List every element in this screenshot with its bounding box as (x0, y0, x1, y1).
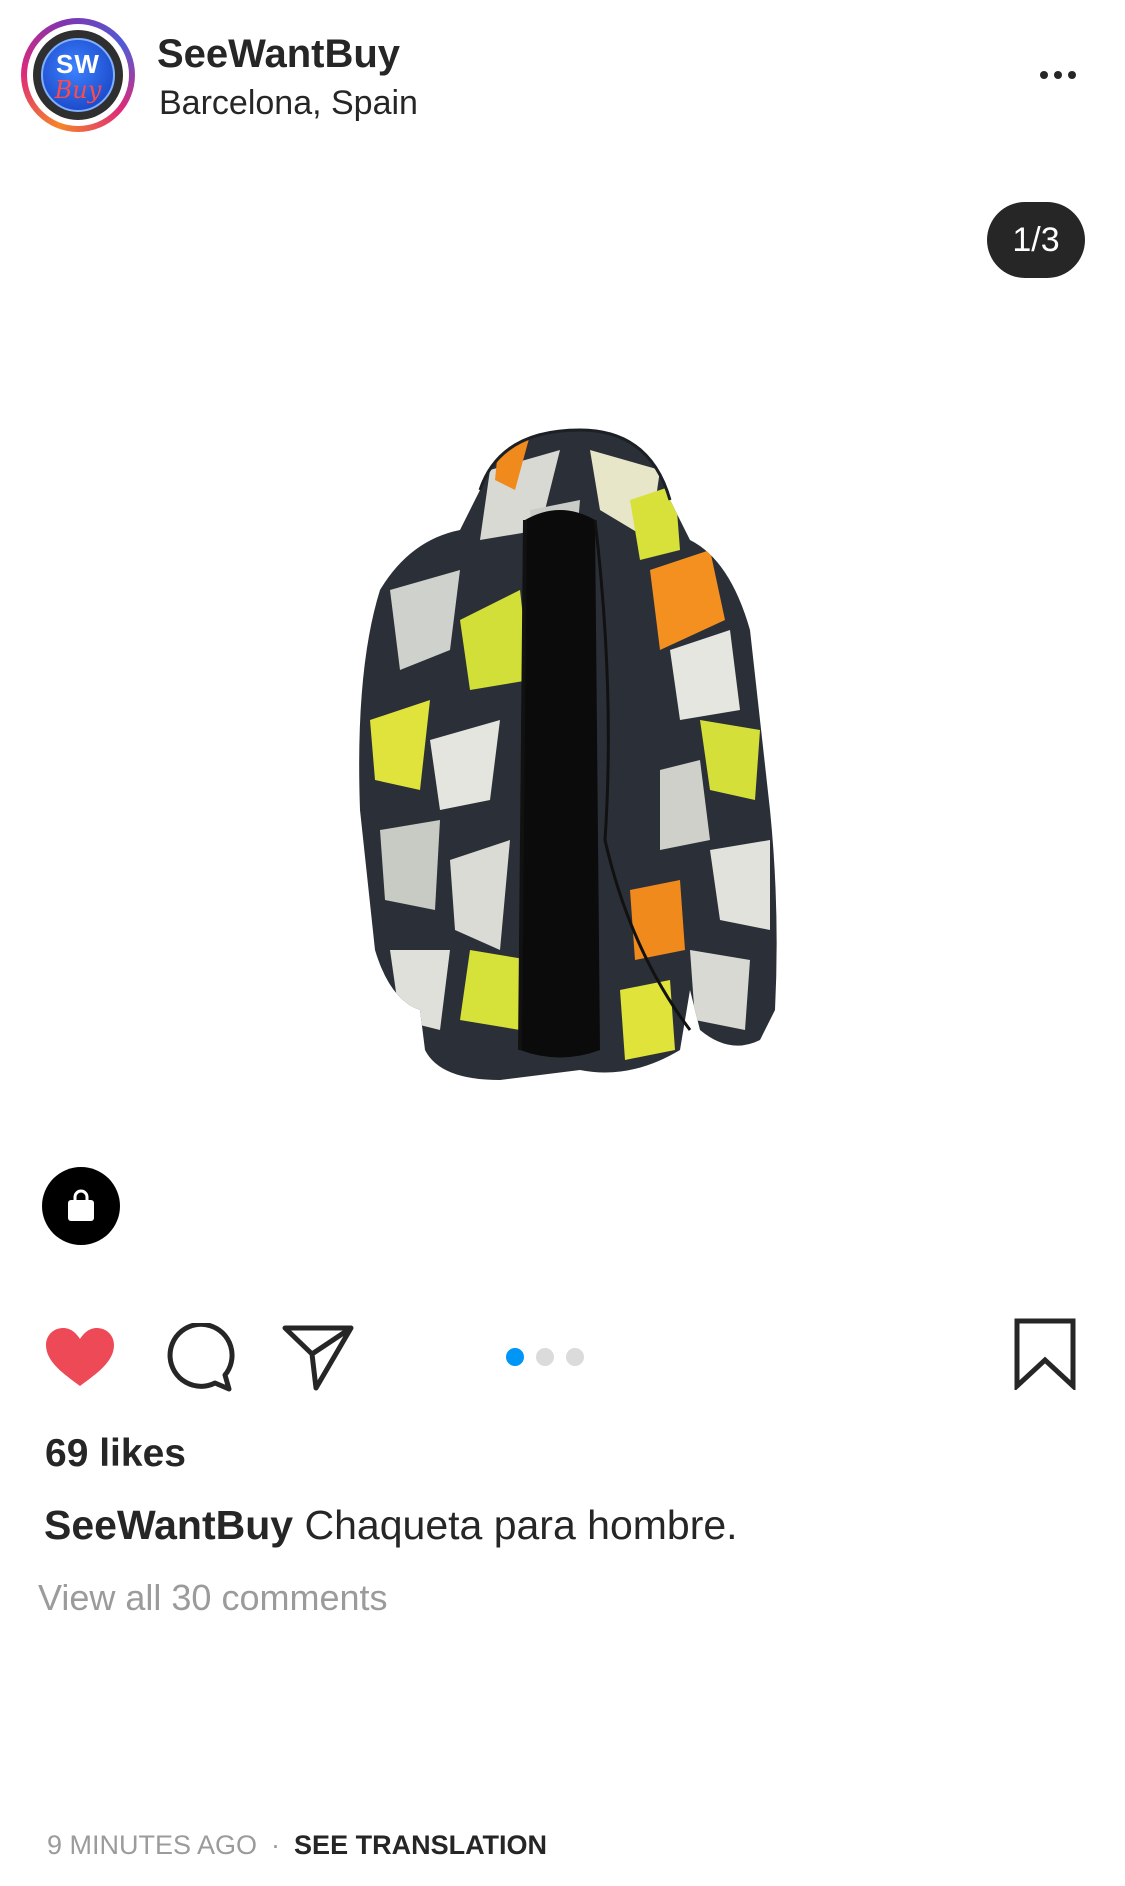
username-link[interactable]: SeeWantBuy (157, 32, 400, 77)
view-comments-link[interactable]: View all 30 comments (38, 1577, 388, 1619)
shopping-bag-button[interactable] (42, 1167, 120, 1245)
post-timestamp: 9 MINUTES AGO (47, 1830, 258, 1860)
avatar-logo-text-bottom: Buy (54, 76, 102, 104)
more-options-button[interactable] (1030, 55, 1086, 95)
shopping-bag-icon (68, 1189, 94, 1221)
share-button[interactable] (278, 1318, 358, 1398)
see-translation-link[interactable]: SEE TRANSLATION (294, 1830, 547, 1860)
carousel-indicator (506, 1348, 584, 1366)
save-button[interactable] (1005, 1314, 1085, 1394)
post-footer: 9 MINUTES AGO · SEE TRANSLATION (47, 1830, 547, 1861)
image-counter-badge: 1/3 (987, 202, 1085, 278)
product-image-jacket (359, 428, 777, 1080)
caption-username[interactable]: SeeWantBuy (44, 1502, 293, 1548)
like-button[interactable] (40, 1318, 120, 1398)
avatar[interactable]: SW Buy (33, 30, 123, 120)
post-header: SW Buy SeeWantBuy Barcelona, Spain (0, 0, 1125, 150)
avatar-frame: SW Buy (27, 24, 129, 126)
likes-count[interactable]: 69 likes (45, 1432, 186, 1476)
bookmark-icon (1014, 1318, 1076, 1390)
avatar-logo: SW Buy (41, 38, 115, 112)
post-actions-bar (0, 1300, 1125, 1410)
story-avatar-ring[interactable]: SW Buy (21, 18, 135, 132)
more-horizontal-icon (1040, 71, 1048, 79)
separator-dot: · (271, 1830, 281, 1860)
caption-text: Chaqueta para hombre. (304, 1502, 738, 1548)
comment-icon (167, 1323, 235, 1392)
post-caption: SeeWantBuy Chaqueta para hombre. (44, 1502, 738, 1549)
location-link[interactable]: Barcelona, Spain (159, 84, 418, 123)
post-media[interactable]: 1/3 (0, 150, 1125, 1275)
carousel-dot-active (506, 1348, 524, 1366)
carousel-dot (536, 1348, 554, 1366)
more-horizontal-icon-dot (1068, 71, 1076, 79)
carousel-dot (566, 1348, 584, 1366)
more-horizontal-icon-dot (1054, 71, 1062, 79)
send-icon (282, 1325, 354, 1391)
heart-icon (46, 1328, 114, 1386)
comment-button[interactable] (160, 1318, 240, 1398)
